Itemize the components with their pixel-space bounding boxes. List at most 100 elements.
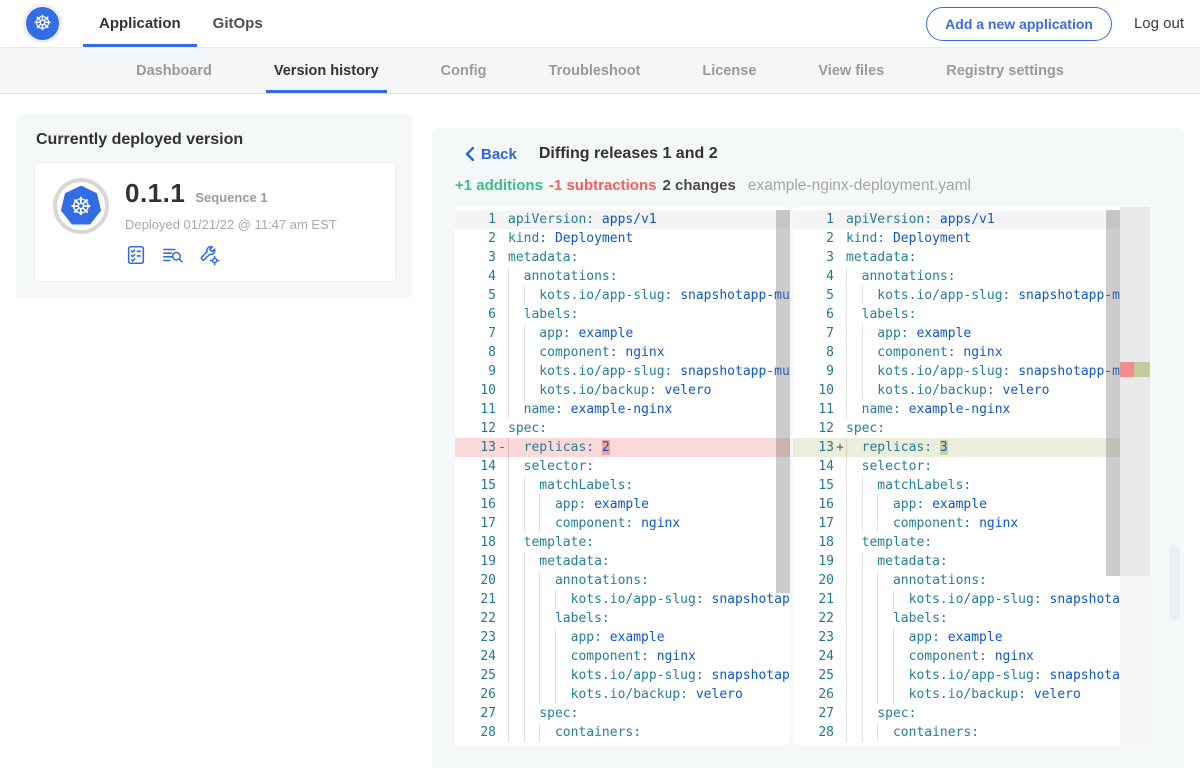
code-text: app: example	[846, 628, 1150, 647]
top-tab-application[interactable]: Application	[83, 0, 197, 47]
yaml-key: kots.io/app-slug:	[508, 364, 672, 379]
page-scrollbar[interactable]	[1169, 545, 1180, 621]
diff-marker	[496, 305, 508, 324]
line-number: 18	[455, 533, 496, 552]
code-text: replicas: 2	[508, 438, 790, 457]
diff-marker	[834, 267, 846, 286]
yaml-key: spec:	[846, 421, 885, 436]
indent-guide	[877, 571, 878, 590]
code-text: selector:	[846, 457, 1150, 476]
diff-marker	[834, 210, 846, 229]
yaml-key: kots.io/backup:	[846, 383, 995, 398]
diff-marker	[834, 647, 846, 666]
scrollbar-thumb[interactable]	[1106, 210, 1120, 576]
yaml-key: containers:	[846, 725, 979, 740]
yaml-value: velero	[1034, 687, 1081, 702]
indent-guide	[862, 552, 863, 571]
indent-guide	[862, 666, 863, 685]
sub-tab-license[interactable]: License	[700, 48, 758, 93]
diff-marker	[496, 381, 508, 400]
diff-editor-right[interactable]: 1apiVersion: apps/v12kind: Deployment3me…	[793, 207, 1150, 745]
indent-guide	[508, 324, 509, 343]
line-number: 11	[793, 400, 834, 419]
code-line: 14 selector:	[455, 457, 790, 476]
diff-marker	[834, 628, 846, 647]
line-number: 9	[455, 362, 496, 381]
scrollbar-thumb[interactable]	[776, 210, 790, 593]
line-number: 28	[455, 723, 496, 742]
add-application-button[interactable]: Add a new application	[926, 7, 1112, 41]
indent-guide	[846, 286, 847, 305]
yaml-key: spec:	[846, 706, 916, 721]
code-text: metadata:	[508, 248, 790, 267]
line-number: 4	[455, 267, 496, 286]
ruler-addition-mark	[1134, 362, 1150, 377]
sub-tab-view-files[interactable]: View files	[816, 48, 886, 93]
preflight-checks-icon[interactable]	[125, 244, 147, 266]
ruler-shade	[1120, 207, 1150, 576]
code-line: 9 kots.io/app-slug: snapshotapp-mu	[793, 362, 1150, 381]
indent-guide	[846, 571, 847, 590]
indent-guide	[877, 590, 878, 609]
line-number: 9	[793, 362, 834, 381]
deploy-logs-icon[interactable]	[161, 244, 184, 266]
sub-tab-registry-settings[interactable]: Registry settings	[944, 48, 1066, 93]
sub-tab-troubleshoot[interactable]: Troubleshoot	[547, 48, 643, 93]
indent-guide	[862, 609, 863, 628]
diff-marker	[834, 286, 846, 305]
code-text: labels:	[508, 305, 790, 324]
yaml-key: selector:	[846, 459, 932, 474]
app-subnav: Dashboard Version history Config Troublesho…	[0, 48, 1200, 94]
diff-marker	[496, 267, 508, 286]
code-line: 27 spec:	[793, 704, 1150, 723]
line-number: 24	[455, 647, 496, 666]
diff-marker	[496, 647, 508, 666]
yaml-key: kots.io/app-slug:	[846, 288, 1010, 303]
code-line: 17 component: nginx	[793, 514, 1150, 533]
yaml-value: velero	[1003, 383, 1050, 398]
yaml-key: kots.io/app-slug:	[508, 668, 704, 683]
code-line: 21 kots.io/app-slug: snapshotap	[793, 590, 1150, 609]
line-number: 7	[793, 324, 834, 343]
indent-guide	[508, 495, 509, 514]
indent-guide	[846, 267, 847, 286]
sub-tab-config[interactable]: Config	[439, 48, 489, 93]
app-badge: ☸	[53, 178, 109, 234]
code-text: component: nginx	[846, 514, 1150, 533]
diff-marker	[496, 609, 508, 628]
yaml-key: kots.io/app-slug:	[846, 592, 1042, 607]
code-line: 20 annotations:	[793, 571, 1150, 590]
overview-ruler[interactable]	[1120, 207, 1150, 745]
indent-guide	[862, 723, 863, 742]
code-text: metadata:	[846, 248, 1150, 267]
indent-guide	[524, 324, 525, 343]
back-link[interactable]: Back	[465, 146, 517, 163]
indent-guide	[862, 685, 863, 704]
sub-tab-version-history[interactable]: Version history	[272, 48, 381, 93]
sub-tab-dashboard[interactable]: Dashboard	[134, 48, 214, 93]
yaml-value: example	[578, 326, 633, 341]
code-text: kind: Deployment	[846, 229, 1150, 248]
line-number: 5	[793, 286, 834, 305]
code-text: kots.io/app-slug: snapshotap	[508, 590, 790, 609]
diff-editors: 1apiVersion: apps/v12kind: Deployment3me…	[455, 207, 1166, 745]
logout-link[interactable]: Log out	[1134, 15, 1184, 32]
panel-title: Currently deployed version	[36, 131, 396, 149]
yaml-key: spec:	[508, 421, 547, 436]
code-line: 16 app: example	[455, 495, 790, 514]
indent-guide	[862, 343, 863, 362]
indent-guide	[877, 666, 878, 685]
yaml-key: kind:	[508, 231, 547, 246]
indent-guide	[877, 647, 878, 666]
top-tab-gitops[interactable]: GitOps	[197, 0, 279, 47]
line-number: 19	[793, 552, 834, 571]
code-line: 7 app: example	[793, 324, 1150, 343]
indent-guide	[893, 590, 894, 609]
diff-editor-left[interactable]: 1apiVersion: apps/v12kind: Deployment3me…	[455, 207, 790, 745]
edit-config-icon[interactable]	[198, 244, 221, 266]
diff-marker	[834, 685, 846, 704]
top-tabs: ApplicationGitOps	[83, 0, 279, 47]
yaml-value: snapshotapp-mu	[680, 364, 790, 379]
indent-guide	[877, 495, 878, 514]
indent-guide	[862, 476, 863, 495]
